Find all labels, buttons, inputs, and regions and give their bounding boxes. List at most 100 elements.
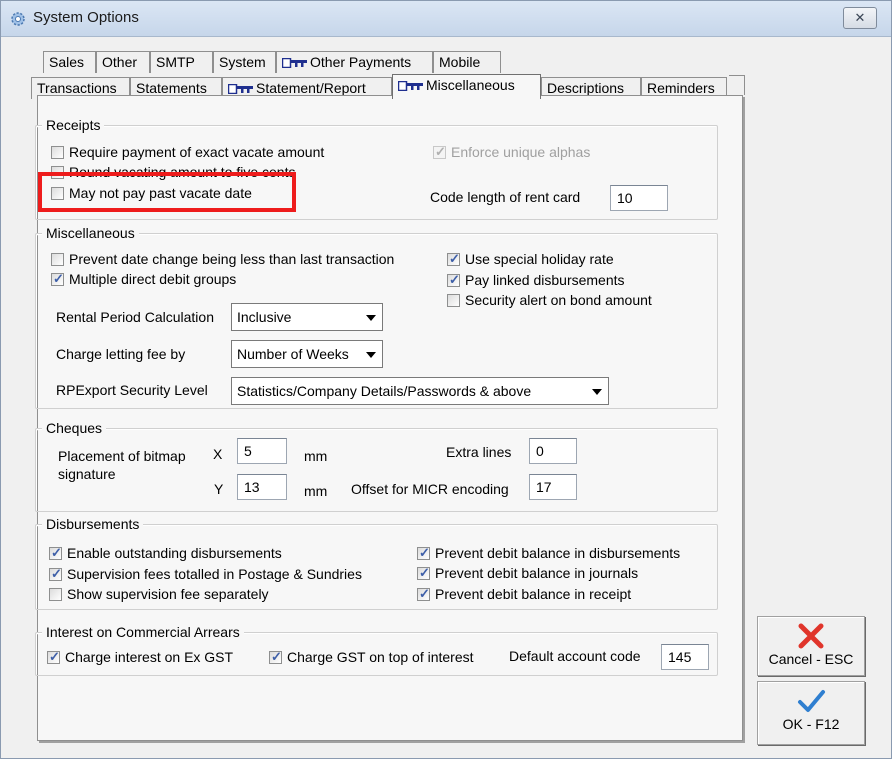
key-icon xyxy=(228,84,253,95)
checkbox-label: Show supervision fee separately xyxy=(67,586,269,602)
close-button[interactable]: ✕ xyxy=(843,7,877,29)
disbursements-title: Disbursements xyxy=(42,516,144,532)
supervision-separate-checkbox[interactable]: Show supervision fee separately xyxy=(49,586,269,602)
tab-label: Miscellaneous xyxy=(426,77,515,93)
debit-receipt-checkbox[interactable]: Prevent debit balance in receipt xyxy=(417,586,631,602)
checkbox-box xyxy=(417,586,430,602)
checkbox-box xyxy=(49,566,62,582)
tab-smtp[interactable]: SMTP xyxy=(150,51,213,73)
past-vacate-checkbox[interactable]: May not pay past vacate date xyxy=(51,185,252,201)
gst-top-checkbox[interactable]: Charge GST on top of interest xyxy=(269,649,474,665)
tab-label: SMTP xyxy=(156,54,195,70)
system-options-window: System Options ✕ Sales Other SMTP System Oth… xyxy=(0,0,892,759)
window-title: System Options xyxy=(33,9,139,26)
supervision-totalled-checkbox[interactable]: Supervision fees totalled in Postage & S… xyxy=(49,566,362,582)
linked-disb-checkbox[interactable]: Pay linked disbursements xyxy=(447,272,625,288)
tab-other-payments[interactable]: Other Payments xyxy=(276,51,433,73)
miscellaneous-title: Miscellaneous xyxy=(42,225,139,241)
tab-label: Transactions xyxy=(37,80,117,96)
tab-row-edge xyxy=(729,75,745,95)
prevent-date-checkbox[interactable]: Prevent date change being less than last… xyxy=(51,251,394,267)
checkbox-label: Security alert on bond amount xyxy=(465,292,652,308)
checkbox-label: Enable outstanding disbursements xyxy=(67,545,282,561)
tab-mobile[interactable]: Mobile xyxy=(433,51,501,73)
enable-outstanding-checkbox[interactable]: Enable outstanding disbursements xyxy=(49,545,282,561)
debit-disb-checkbox[interactable]: Prevent debit balance in disbursements xyxy=(417,545,680,561)
interest-ex-gst-checkbox[interactable]: Charge interest on Ex GST xyxy=(47,649,233,665)
select-value: Inclusive xyxy=(237,309,292,325)
close-icon: ✕ xyxy=(854,10,866,25)
checkbox-box xyxy=(49,587,62,601)
tab-label: Other Payments xyxy=(310,54,412,70)
checkbox-box xyxy=(51,186,64,200)
checkbox-label: Require payment of exact vacate amount xyxy=(69,144,325,160)
x-input[interactable]: 5 xyxy=(237,438,287,464)
checkbox-label: Use special holiday rate xyxy=(465,251,614,267)
checkbox-label: Prevent debit balance in receipt xyxy=(435,586,632,602)
tab-label: Reminders xyxy=(647,80,715,96)
letting-fee-select[interactable]: Number of Weeks xyxy=(231,340,383,368)
letting-fee-label: Charge letting fee by xyxy=(56,346,186,362)
interest-title: Interest on Commercial Arrears xyxy=(42,624,244,640)
default-code-label: Default account code xyxy=(509,648,641,664)
checkbox-label: Supervision fees totalled in Postage & S… xyxy=(67,566,362,582)
cheques-title: Cheques xyxy=(42,420,107,436)
multi-debit-checkbox[interactable]: Multiple direct debit groups xyxy=(51,271,236,287)
tab-system[interactable]: System xyxy=(213,51,276,73)
micr-input[interactable]: 17 xyxy=(529,474,577,500)
x-mm-label: mm xyxy=(304,448,328,464)
chevron-down-icon xyxy=(366,315,376,321)
rental-period-label: Rental Period Calculation xyxy=(56,309,214,325)
round-vacating-checkbox[interactable]: Round vacating amount to five cents xyxy=(51,164,295,180)
checkbox-label: Prevent debit balance in disbursements xyxy=(435,545,681,561)
checkbox-box xyxy=(269,649,282,665)
tab-label: Statements xyxy=(136,80,207,96)
checkbox-box xyxy=(447,251,460,267)
code-length-label: Code length of rent card xyxy=(430,189,581,205)
cancel-button[interactable]: Cancel - ESC xyxy=(757,616,865,676)
default-code-input[interactable]: 145 xyxy=(661,644,709,670)
tab-miscellaneous[interactable]: Miscellaneous xyxy=(392,74,541,99)
cheques-group: Cheques xyxy=(35,420,718,512)
exact-vacate-checkbox[interactable]: Require payment of exact vacate amount xyxy=(51,144,324,160)
checkbox-box xyxy=(417,565,430,581)
checkbox-box xyxy=(51,145,64,159)
checkbox-label: Multiple direct debit groups xyxy=(69,271,237,287)
checkbox-label: Round vacating amount to five cents xyxy=(69,164,296,180)
checkbox-box xyxy=(417,545,430,561)
checkbox-box xyxy=(447,293,460,307)
code-length-input[interactable]: 10 xyxy=(610,185,668,211)
checkbox-label: Prevent date change being less than last… xyxy=(69,251,395,267)
checkbox-label: Pay linked disbursements xyxy=(465,272,625,288)
select-value: Statistics/Company Details/Passwords & a… xyxy=(237,383,532,399)
rpexport-select[interactable]: Statistics/Company Details/Passwords & a… xyxy=(231,377,609,405)
gear-icon xyxy=(11,12,25,26)
rental-period-select[interactable]: Inclusive xyxy=(231,303,383,331)
extra-lines-label: Extra lines xyxy=(446,444,512,460)
tab-sales[interactable]: Sales xyxy=(43,51,96,73)
holiday-rate-checkbox[interactable]: Use special holiday rate xyxy=(447,251,614,267)
bond-alert-checkbox[interactable]: Security alert on bond amount xyxy=(447,292,652,308)
select-value: Number of Weeks xyxy=(237,346,349,362)
tab-other[interactable]: Other xyxy=(96,51,150,73)
checkbox-box xyxy=(433,144,446,160)
micr-label: Offset for MICR encoding xyxy=(351,481,509,497)
checkbox-label: Charge interest on Ex GST xyxy=(65,649,234,665)
receipts-title: Receipts xyxy=(42,117,105,133)
bitmap-label-line2: signature xyxy=(58,466,116,482)
extra-lines-input[interactable]: 0 xyxy=(529,438,577,464)
checkbox-label: Charge GST on top of interest xyxy=(287,649,474,665)
tab-label: Other xyxy=(102,54,138,70)
tab-label: System xyxy=(219,54,266,70)
y-input[interactable]: 13 xyxy=(237,474,287,500)
checkbox-box xyxy=(51,252,64,266)
ok-button[interactable]: OK - F12 xyxy=(757,681,865,745)
checkbox-label: Enforce unique alphas xyxy=(451,144,591,160)
debit-journals-checkbox[interactable]: Prevent debit balance in journals xyxy=(417,565,638,581)
key-icon xyxy=(398,81,423,92)
chevron-down-icon xyxy=(366,352,376,358)
unique-alphas-checkbox[interactable]: Enforce unique alphas xyxy=(433,144,590,160)
y-mm-label: mm xyxy=(304,483,328,499)
checkmark-icon xyxy=(798,690,825,712)
key-icon xyxy=(282,58,307,69)
